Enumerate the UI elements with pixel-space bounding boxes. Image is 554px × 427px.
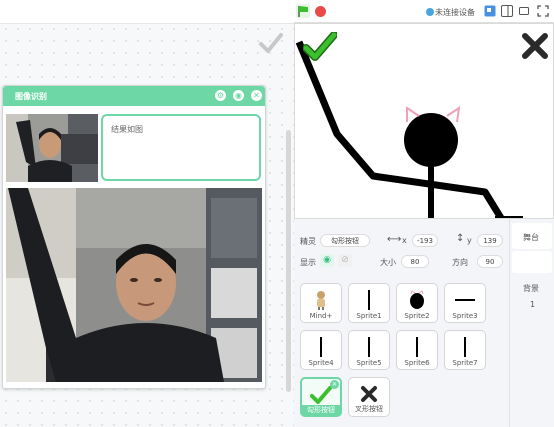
stage-tab[interactable]: 舞台 xyxy=(512,223,552,249)
check-sprite-icon[interactable] xyxy=(303,32,337,62)
sprite-name-input[interactable]: 勾形按钮 xyxy=(320,234,370,247)
x-arrows-icon: ⟷ xyxy=(387,234,402,245)
show-label: 显示 xyxy=(300,258,316,267)
sprite-label: 叉形按钮 xyxy=(355,405,383,413)
black-circle-icon xyxy=(397,288,437,312)
y-label: y xyxy=(467,236,472,245)
sprite-label: Sprite6 xyxy=(404,359,430,367)
workspace-divider xyxy=(0,23,294,24)
hide-eye-icon[interactable]: ⊘ xyxy=(338,254,352,267)
workspace-toolbar xyxy=(0,0,294,23)
cross-sprite-icon[interactable] xyxy=(521,32,549,60)
sprite-label: Sprite3 xyxy=(452,312,478,320)
stage-backdrop-panel[interactable]: 舞台 背景 1 xyxy=(510,219,554,427)
cross-mark-icon xyxy=(349,382,389,406)
camera-view xyxy=(6,188,262,382)
size-input[interactable]: 80 xyxy=(401,255,429,268)
x-label: x xyxy=(402,236,407,245)
y-input[interactable]: 139 xyxy=(477,234,503,247)
stage-toolbar xyxy=(294,0,554,23)
stage-thumbnail[interactable] xyxy=(512,251,552,273)
camera-thumbnail xyxy=(6,114,98,182)
sprite-tile[interactable]: Sprite6 xyxy=(396,330,438,370)
result-textarea[interactable]: 结果如图 xyxy=(101,114,261,181)
sprite-tile[interactable]: Sprite4 xyxy=(300,330,342,370)
backdrop-count: 1 xyxy=(530,300,536,309)
vertical-line-icon xyxy=(301,335,341,359)
connection-status[interactable]: 未连接设备 xyxy=(435,7,475,18)
dialog-header: 图像识别 ⚙ ◉ ✕ xyxy=(3,86,265,106)
layout-stage-icon[interactable] xyxy=(501,5,513,17)
result-placeholder: 结果如图 xyxy=(111,125,143,134)
stage-canvas[interactable] xyxy=(294,23,554,219)
settings-icon[interactable]: ⚙ xyxy=(215,90,226,101)
workspace-scrollbar[interactable] xyxy=(286,130,291,392)
dialog-title: 图像识别 xyxy=(15,92,47,101)
head-sprite xyxy=(404,113,458,167)
direction-input[interactable]: 90 xyxy=(477,255,503,268)
small-stage-icon[interactable] xyxy=(484,5,496,17)
stage-tab-label: 舞台 xyxy=(523,233,539,242)
show-eye-icon[interactable]: ◉ xyxy=(320,254,334,267)
fullscreen-icon[interactable] xyxy=(537,5,549,17)
checkmark-icon[interactable] xyxy=(258,30,284,56)
green-flag-icon[interactable] xyxy=(296,4,310,18)
sprite-panel: 精灵 勾形按钮 ⟷ x -193 ↕ y 139 显示 ◉ ⊘ 大小 80 方向… xyxy=(294,219,510,427)
mind-plus-mascot-icon xyxy=(301,288,341,312)
sprite-tile[interactable]: Sprite7 xyxy=(444,330,486,370)
connection-icon xyxy=(426,8,434,16)
sprite-name-label: 精灵 xyxy=(300,237,316,246)
sprite-tile-selected[interactable]: ✕ 勾形按钮 xyxy=(300,377,342,417)
sprite-label: Sprite4 xyxy=(308,359,334,367)
size-label: 大小 xyxy=(380,258,396,267)
sprite-label: Sprite7 xyxy=(452,359,478,367)
large-stage-icon[interactable] xyxy=(518,5,530,17)
sprite-tile[interactable]: Sprite3 xyxy=(444,283,486,323)
vertical-line-icon xyxy=(349,288,389,312)
delete-sprite-icon[interactable]: ✕ xyxy=(330,380,339,389)
y-arrows-icon: ↕ xyxy=(456,233,465,244)
direction-label: 方向 xyxy=(452,258,468,267)
close-icon[interactable]: ✕ xyxy=(251,90,262,101)
sprite-label: Sprite5 xyxy=(356,359,382,367)
sprite-label: 勾形按钮 xyxy=(302,405,340,415)
sprite-tile[interactable]: Mind+ xyxy=(300,283,342,323)
sprite-tile[interactable]: 叉形按钮 xyxy=(348,377,390,417)
vertical-line-icon xyxy=(349,335,389,359)
sprite-tile[interactable]: Sprite1 xyxy=(348,283,390,323)
eye-icon[interactable]: ◉ xyxy=(233,90,244,101)
sprite-label: Mind+ xyxy=(309,312,333,320)
vertical-line-icon xyxy=(397,335,437,359)
sprite-label: Sprite1 xyxy=(356,312,382,320)
backdrop-label: 背景 xyxy=(523,284,539,293)
stop-icon[interactable] xyxy=(315,6,326,17)
horizontal-line-icon xyxy=(445,288,485,312)
sprite-label: Sprite2 xyxy=(404,312,430,320)
x-input[interactable]: -193 xyxy=(412,234,438,247)
sprite-tile[interactable]: Sprite2 xyxy=(396,283,438,323)
image-recognition-dialog: 图像识别 ⚙ ◉ ✕ 结果如图 xyxy=(2,85,266,389)
vertical-line-icon xyxy=(445,335,485,359)
sprite-tile[interactable]: Sprite5 xyxy=(348,330,390,370)
